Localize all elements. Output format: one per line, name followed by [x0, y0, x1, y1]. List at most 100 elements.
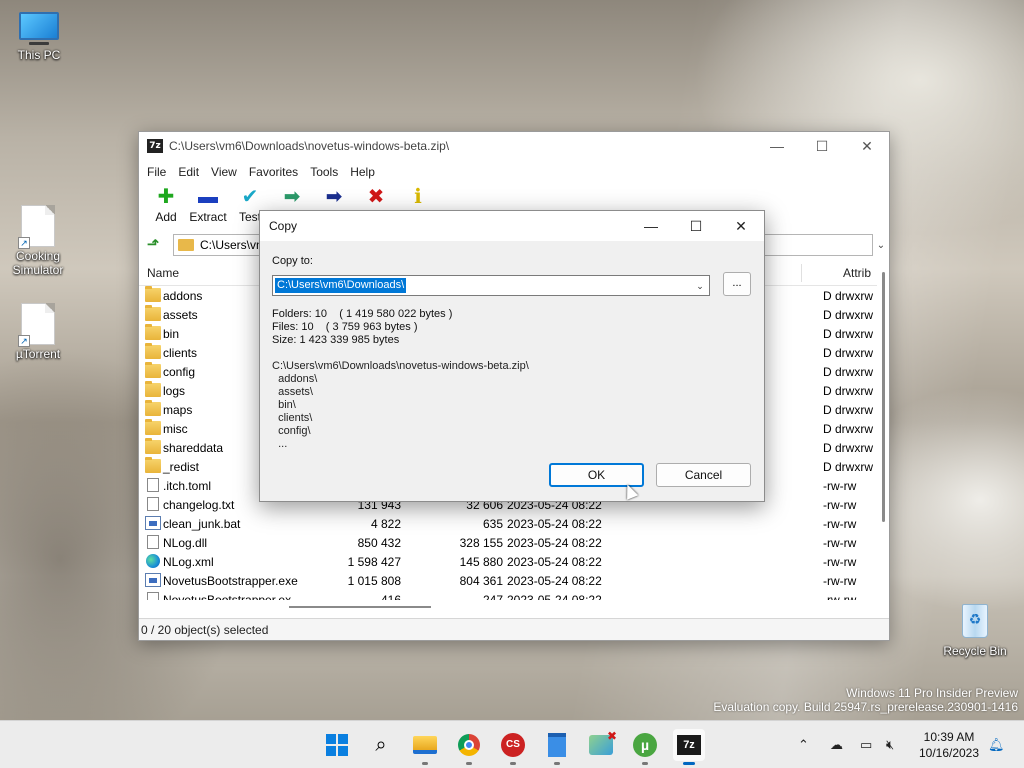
system-clock[interactable]: 10:39 AM 10/16/2023: [914, 729, 984, 761]
file-name: NovetusBootstrapper.exe: [163, 574, 298, 588]
dialog-maximize-button[interactable]: ☐: [673, 211, 719, 241]
window-title: C:\Users\vm6\Downloads\novetus-windows-b…: [169, 139, 450, 153]
watermark-line-2: Evaluation copy. Build 25947.rs_prerelea…: [713, 700, 1018, 714]
show-hidden-icons-button[interactable]: ⌃: [798, 721, 809, 768]
table-row[interactable]: clean_junk.bat 4 822 635 2023-05-24 08:22 -r…: [139, 514, 877, 533]
list-item: addons\: [272, 373, 318, 385]
delete-button[interactable]: ✖: [355, 184, 397, 210]
dialog-minimize-button[interactable]: —: [628, 211, 674, 241]
dialog-close-button[interactable]: ✕: [718, 211, 764, 241]
desktop-icon-utorrent[interactable]: ↗ µTorrent: [3, 303, 73, 361]
taskbar-utorrent[interactable]: µ: [629, 729, 661, 765]
file-attributes: D drwxrw: [823, 289, 873, 303]
file-size: 416: [380, 593, 401, 600]
cs-app-icon: CS: [501, 733, 525, 757]
file-size: 1 598 427: [347, 555, 401, 569]
move-button[interactable]: ➡: [313, 184, 355, 210]
folder-icon: [145, 362, 161, 378]
paint-icon: ✖: [589, 729, 617, 755]
file-attributes: -rw-rw: [823, 593, 857, 600]
taskbar-cs-app[interactable]: CS: [497, 729, 529, 765]
list-item: assets\: [272, 386, 313, 398]
taskbar-7zip[interactable]: 7z: [673, 729, 705, 765]
up-folder-icon[interactable]: ⬏: [143, 235, 163, 255]
vertical-scrollbar[interactable]: [879, 260, 889, 600]
taskbar-chrome[interactable]: [453, 729, 485, 765]
file-icon: [147, 497, 159, 511]
cloud-icon: ☁: [830, 737, 843, 752]
dialog-title: Copy: [269, 219, 298, 233]
watermark-line-1: Windows 11 Pro Insider Preview: [846, 686, 1018, 700]
file-modified: 2023-05-24 08:22: [507, 574, 602, 588]
column-header-name[interactable]: Name: [147, 266, 179, 280]
taskbar: ⌕ CS ✖ µ 7z ⌃ ☁ ▭ 🔇︎ 10:39 AM 10/16/2023…: [0, 720, 1024, 768]
minimize-button[interactable]: —: [754, 132, 800, 160]
file-attributes: D drwxrw: [823, 346, 873, 360]
menu-file[interactable]: File: [141, 165, 172, 179]
horizontal-scrollbar[interactable]: [139, 602, 879, 610]
menu-help[interactable]: Help: [344, 165, 381, 179]
folder-icon: [178, 239, 194, 251]
info-icon: ℹ: [414, 186, 422, 208]
desktop-icon-label: Recycle Bin: [943, 644, 1007, 658]
clock-time: 10:39 AM: [923, 730, 975, 744]
table-row[interactable]: NLog.xml 1 598 427 145 880 2023-05-24 08:22…: [139, 552, 877, 571]
volume-muted-icon: 🔇︎: [886, 737, 895, 752]
list-item: config\: [272, 425, 311, 437]
menu-view[interactable]: View: [205, 165, 243, 179]
recycle-bin-icon: ♻: [958, 600, 992, 640]
add-button[interactable]: ✚ Add: [145, 184, 187, 224]
7zip-icon: 7z: [677, 735, 701, 755]
search-button[interactable]: ⌕: [365, 729, 397, 761]
copy-dialog: Copy — ☐ ✕ Copy to: C:\Users\vm6\Downloa…: [259, 210, 765, 502]
file-packed-size: 145 880: [459, 555, 503, 569]
file-icon: [147, 478, 159, 492]
volume-button[interactable]: 🔇︎: [886, 721, 894, 768]
file-name: misc: [163, 422, 188, 436]
destination-combobox[interactable]: C:\Users\vm6\Downloads\ ⌄: [272, 275, 710, 296]
menu-favorites[interactable]: Favorites: [243, 165, 304, 179]
menu-tools[interactable]: Tools: [304, 165, 344, 179]
taskbar-notepad[interactable]: [541, 729, 573, 765]
desktop-icon-cooking-simulator[interactable]: ↗ Cooking Simulator: [3, 205, 73, 277]
extract-button[interactable]: ▬ Extract: [187, 184, 229, 224]
file-name: clients: [163, 346, 198, 360]
file-name: maps: [163, 403, 193, 417]
folder-icon: [145, 457, 161, 473]
table-row[interactable]: NovetusBootstrapper.exe 1 015 808 804 361 2…: [139, 571, 877, 590]
browse-button[interactable]: ...: [723, 272, 751, 296]
file-attributes: -rw-rw: [823, 536, 857, 550]
file-name: NLog.dll: [163, 536, 208, 550]
table-row[interactable]: NovetusBootstrapper.ex 416 247 2023-05-24 0…: [139, 590, 877, 600]
taskbar-paint[interactable]: ✖: [585, 729, 617, 761]
file-modified: 2023-05-24 08:22: [507, 536, 602, 550]
file-name: .itch.toml: [163, 479, 212, 493]
table-row[interactable]: NLog.dll 850 432 328 155 2023-05-24 08:22 -r…: [139, 533, 877, 552]
start-button[interactable]: [321, 729, 353, 761]
folder-icon: [145, 286, 161, 302]
cancel-button[interactable]: Cancel: [656, 463, 751, 487]
info-button[interactable]: ℹ: [397, 184, 439, 210]
network-button[interactable]: ▭: [860, 721, 872, 768]
close-button[interactable]: ✕: [844, 132, 890, 160]
destination-value[interactable]: C:\Users\vm6\Downloads\: [273, 277, 408, 294]
add-label: Add: [155, 210, 177, 224]
chevron-down-icon[interactable]: ⌄: [873, 240, 889, 251]
onedrive-button[interactable]: ☁: [830, 721, 843, 768]
file-packed-size: 804 361: [459, 574, 503, 588]
desktop-icon-this-pc[interactable]: This PC: [4, 12, 74, 62]
minus-icon: ▬: [198, 186, 218, 208]
file-attributes: -rw-rw: [823, 574, 857, 588]
notifications-button[interactable]: 🔔︎: [988, 721, 1005, 768]
maximize-button[interactable]: ☐: [799, 132, 845, 160]
file-packed-size: 635: [482, 517, 503, 531]
menu-edit[interactable]: Edit: [172, 165, 205, 179]
file-size: 850 432: [357, 536, 401, 550]
chevron-down-icon[interactable]: ⌄: [693, 279, 707, 293]
desktop-icon-recycle-bin[interactable]: ♻ Recycle Bin: [940, 600, 1010, 658]
extract-label: Extract: [189, 210, 227, 224]
copy-button[interactable]: ➡: [271, 184, 313, 210]
column-header-attributes[interactable]: Attrib: [843, 266, 871, 280]
file-name: NovetusBootstrapper.ex: [163, 593, 292, 600]
taskbar-file-explorer[interactable]: [409, 729, 441, 765]
